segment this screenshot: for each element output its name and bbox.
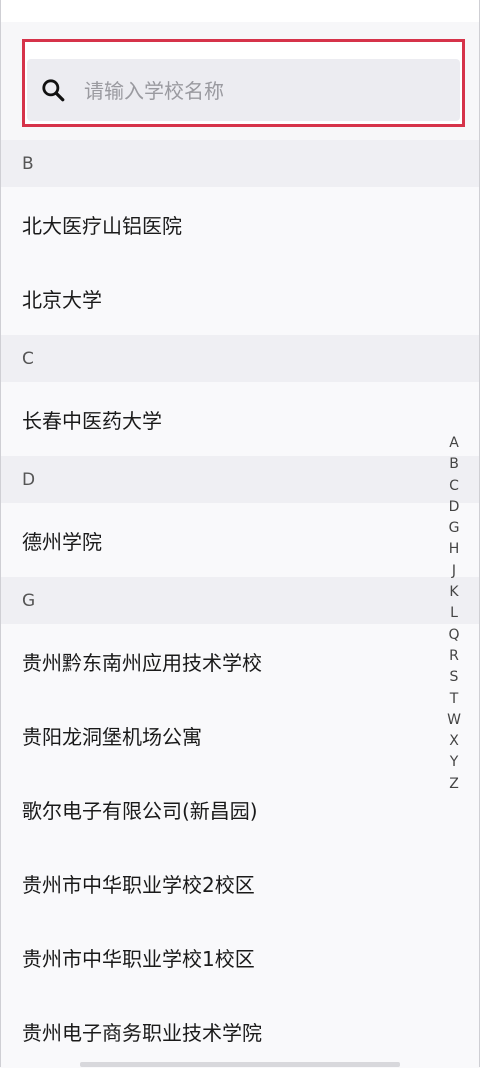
list-item[interactable]: 贵州黔东南州应用技术学校	[0, 624, 480, 698]
alphabet-index-bar[interactable]: A B C D G H J K L Q R S T W X Y Z	[442, 433, 466, 795]
index-letter-g[interactable]: G	[449, 518, 460, 539]
list-item[interactable]: 歌尔电子有限公司(新昌园)	[0, 772, 480, 846]
search-box[interactable]	[27, 59, 460, 123]
index-letter-s[interactable]: S	[450, 667, 459, 688]
index-letter-c[interactable]: C	[449, 476, 459, 497]
section-header-c: C	[0, 335, 480, 382]
list-item[interactable]: 贵州市中华职业学校1校区	[0, 920, 480, 994]
list-item[interactable]: 贵阳龙洞堡机场公寓	[0, 698, 480, 772]
index-letter-a[interactable]: A	[449, 433, 459, 454]
index-letter-k[interactable]: K	[449, 582, 458, 603]
search-icon	[42, 79, 65, 102]
list-item[interactable]: 北京大学	[0, 261, 480, 335]
search-highlight-frame	[22, 39, 465, 127]
index-letter-b[interactable]: B	[449, 454, 459, 475]
bottom-scroll-indicator	[80, 1062, 400, 1067]
search-input[interactable]	[82, 59, 446, 123]
index-letter-q[interactable]: Q	[448, 625, 459, 646]
status-bar	[0, 0, 480, 22]
school-list: B 北大医疗山铝医院 北京大学 C 长春中医药大学 D 德州学院 G 贵州黔东南…	[0, 140, 480, 1068]
index-letter-w[interactable]: W	[447, 710, 461, 731]
index-letter-d[interactable]: D	[449, 497, 460, 518]
index-letter-h[interactable]: H	[449, 539, 460, 560]
index-letter-x[interactable]: X	[449, 731, 459, 752]
list-item[interactable]: 北大医疗山铝医院	[0, 187, 480, 261]
list-item[interactable]: 德州学院	[0, 503, 480, 577]
index-letter-t[interactable]: T	[450, 689, 459, 710]
index-letter-z[interactable]: Z	[449, 774, 459, 795]
index-letter-r[interactable]: R	[449, 646, 459, 667]
list-item[interactable]: 长春中医药大学	[0, 382, 480, 456]
section-header-g: G	[0, 577, 480, 624]
index-letter-j[interactable]: J	[452, 561, 456, 582]
section-header-b: B	[0, 140, 480, 187]
index-letter-l[interactable]: L	[450, 603, 458, 624]
section-header-d: D	[0, 456, 480, 503]
list-item[interactable]: 贵州市中华职业学校2校区	[0, 846, 480, 920]
list-item[interactable]: 贵州电子商务职业技术学院	[0, 994, 480, 1068]
index-letter-y[interactable]: Y	[450, 752, 459, 773]
